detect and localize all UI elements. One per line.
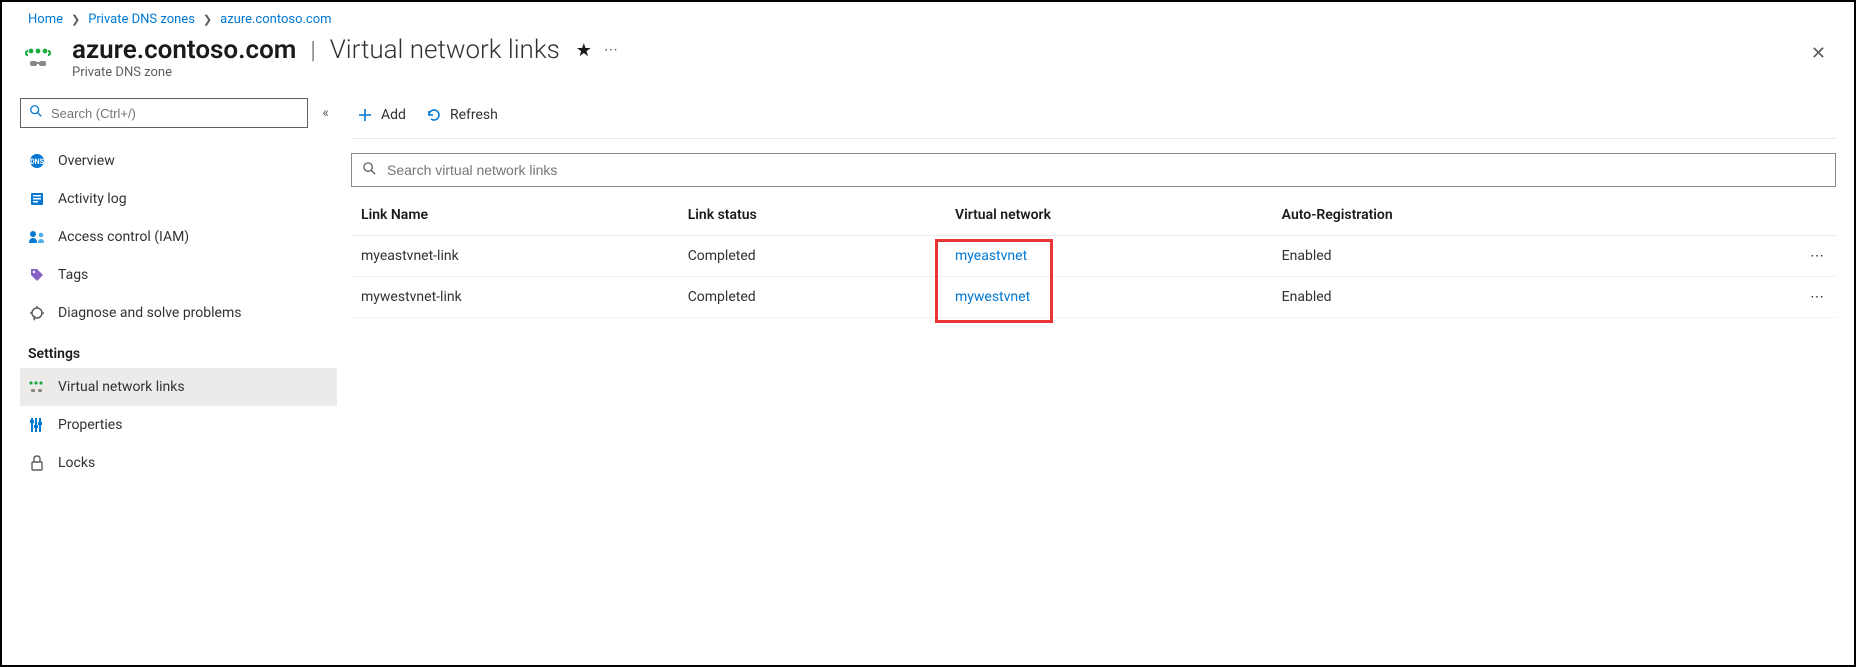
table-search-input[interactable] [385,161,1825,179]
add-button[interactable]: Add [357,107,406,123]
col-header-virtual-network[interactable]: Virtual network [945,195,1272,236]
toolbar-divider [351,138,1836,139]
activity-log-icon [28,190,46,208]
cell-link-status: Completed [678,236,945,277]
sidebar-item-label: Locks [58,455,95,471]
breadcrumb-private-dns-zones[interactable]: Private DNS zones [88,12,195,27]
sidebar: « DNS Overview Activity log Access contr… [2,90,337,643]
properties-icon [28,416,46,434]
breadcrumb-home[interactable]: Home [28,12,63,27]
search-icon [29,104,43,122]
title-separator: | [308,36,317,64]
vnet-links-table: Link Name Link status Virtual network Au… [351,195,1836,318]
sidebar-item-overview[interactable]: DNS Overview [20,142,337,180]
sidebar-item-label: Overview [58,153,115,169]
sidebar-item-virtual-network-links[interactable]: Virtual network links [20,368,337,406]
sidebar-item-properties[interactable]: Properties [20,406,337,444]
table-row[interactable]: mywestvnet-link Completed mywestvnet Ena… [351,277,1836,318]
sidebar-item-label: Activity log [58,191,127,207]
add-button-label: Add [381,107,406,123]
favorite-star-icon[interactable]: ★ [576,40,592,61]
svg-text:DNS: DNS [30,158,44,166]
sidebar-heading-settings: Settings [20,332,337,368]
refresh-button-label: Refresh [450,107,498,123]
resource-type-subtitle: Private DNS zone [72,65,619,80]
table-row[interactable]: myeastvnet-link Completed myeastvnet Ena… [351,236,1836,277]
sidebar-item-label: Diagnose and solve problems [58,305,241,321]
chevron-right-icon: ❯ [203,13,212,26]
sidebar-search-input[interactable] [49,105,299,122]
refresh-icon [426,107,442,123]
col-header-link-name[interactable]: Link Name [351,195,678,236]
cell-virtual-network-link[interactable]: mywestvnet [955,289,1030,305]
lock-icon [28,454,46,472]
sidebar-item-activity-log[interactable]: Activity log [20,180,337,218]
diagnose-icon [28,304,46,322]
cell-link-name: myeastvnet-link [351,236,678,277]
table-search[interactable] [351,153,1836,187]
overview-icon: DNS [28,152,46,170]
collapse-sidebar-icon[interactable]: « [322,105,329,121]
refresh-button[interactable]: Refresh [426,107,498,123]
breadcrumb-resource[interactable]: azure.contoso.com [220,12,331,27]
row-more-icon[interactable]: ⋯ [1717,236,1836,277]
breadcrumb: Home ❯ Private DNS zones ❯ azure.contoso… [2,2,1854,31]
page-header: azure.contoso.com | Virtual network link… [2,31,1854,90]
cell-link-status: Completed [678,277,945,318]
sidebar-item-label: Tags [58,267,88,283]
sidebar-item-access-control[interactable]: Access control (IAM) [20,218,337,256]
command-bar: Add Refresh [351,96,1836,134]
cell-auto-registration: Enabled [1272,236,1718,277]
sidebar-item-locks[interactable]: Locks [20,444,337,482]
search-icon [362,161,377,180]
chevron-right-icon: ❯ [71,13,80,26]
main-content: Add Refresh Link Name Link status [337,90,1854,643]
sidebar-item-label: Virtual network links [58,379,185,395]
vnet-links-icon [28,378,46,396]
cell-virtual-network-link[interactable]: myeastvnet [955,248,1027,264]
access-control-icon [28,228,46,246]
sidebar-item-label: Access control (IAM) [58,229,189,245]
sidebar-item-tags[interactable]: Tags [20,256,337,294]
header-more-icon[interactable]: ⋯ [604,42,619,58]
cell-auto-registration: Enabled [1272,277,1718,318]
sidebar-item-label: Properties [58,417,122,433]
plus-icon [357,107,373,123]
sidebar-item-diagnose[interactable]: Diagnose and solve problems [20,294,337,332]
page-title: Virtual network links [330,35,560,65]
sidebar-search[interactable] [20,98,308,128]
close-icon[interactable]: ✕ [1807,39,1830,68]
col-header-auto-registration[interactable]: Auto-Registration [1272,195,1718,236]
dns-link-icon [24,39,58,73]
cell-link-name: mywestvnet-link [351,277,678,318]
col-header-link-status[interactable]: Link status [678,195,945,236]
resource-title: azure.contoso.com [72,35,296,65]
tags-icon [28,266,46,284]
row-more-icon[interactable]: ⋯ [1717,277,1836,318]
